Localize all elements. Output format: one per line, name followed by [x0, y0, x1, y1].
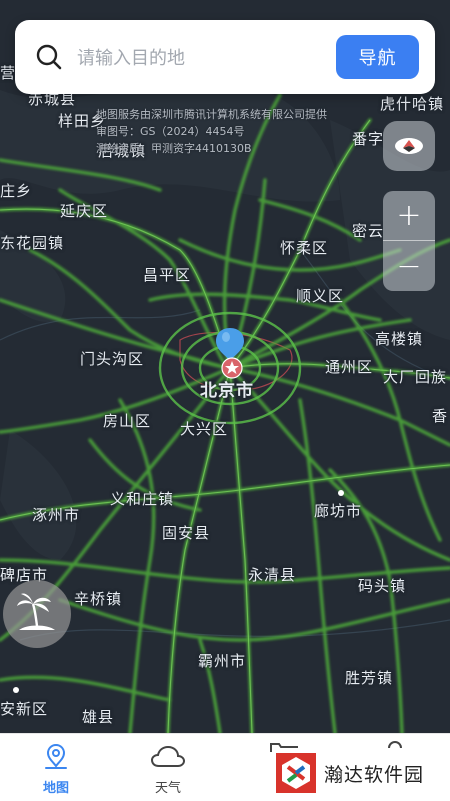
- place-label: 辛桥镇: [74, 590, 123, 608]
- place-label: 义和庄镇: [110, 490, 175, 508]
- place-label: 永清县: [248, 566, 297, 584]
- place-label: 门头沟区: [80, 350, 145, 368]
- compass-button[interactable]: [383, 121, 435, 171]
- zoom-in-button[interactable]: +: [383, 191, 435, 240]
- watermark-logo: [276, 753, 316, 793]
- tab-weather[interactable]: 天气: [128, 734, 208, 801]
- watermark-text: 瀚达软件园: [324, 764, 425, 786]
- place-label: 营: [0, 64, 17, 82]
- place-label: 霸州市: [198, 652, 247, 670]
- watermark: 瀚达软件园: [272, 748, 450, 800]
- place-label: 固安县: [162, 524, 211, 542]
- tab-map[interactable]: 地图: [16, 734, 96, 801]
- place-label: 番字: [352, 130, 385, 148]
- tab-label: 地图: [42, 781, 69, 796]
- place-label: 延庆区: [60, 202, 109, 220]
- place-label: 码头镇: [358, 577, 407, 595]
- map-style-button[interactable]: [3, 580, 71, 648]
- zoom-control: + −: [383, 191, 435, 291]
- place-label: 香: [432, 407, 449, 425]
- place-label: 廊坊市: [314, 502, 363, 520]
- cloud-icon: [150, 745, 186, 767]
- place-label: 怀柔区: [280, 239, 329, 257]
- zoom-divider: [383, 240, 435, 241]
- zoom-out-button[interactable]: −: [383, 242, 435, 291]
- place-label: 密云: [352, 222, 385, 240]
- place-label: 昌平区: [143, 266, 192, 284]
- destination-input[interactable]: [75, 42, 339, 74]
- place-label: 大兴区: [180, 420, 229, 438]
- place-label: 房山区: [103, 412, 152, 430]
- place-label: 顺义区: [296, 287, 345, 305]
- place-label: 雄县: [82, 708, 115, 726]
- credit-line: 审图号：GS（2024）4454号: [96, 125, 245, 138]
- credit-line: 地图服务由深圳市腾讯计算机系统有限公司提供: [96, 108, 327, 121]
- compass-icon: [395, 138, 423, 154]
- navigate-button[interactable]: 导航: [336, 35, 419, 79]
- place-label: 涿州市: [32, 506, 81, 524]
- place-label: 胜芳镇: [345, 669, 394, 687]
- search-bar: 导航: [15, 20, 435, 94]
- poi-dot: [338, 490, 344, 496]
- map-pin-icon: [45, 743, 67, 769]
- place-label: 东花园镇: [0, 234, 65, 252]
- place-label: 通州区: [325, 358, 374, 376]
- credit-line: 测绘资质：甲测资字4410130B: [96, 142, 252, 155]
- tab-label: 天气: [154, 781, 181, 796]
- map-credit: 地图服务由深圳市腾讯计算机系统有限公司提供 审图号：GS（2024）4454号 …: [96, 106, 327, 157]
- place-label: 大厂回族: [383, 368, 448, 386]
- poi-dot: [13, 687, 19, 693]
- place-label: 虎什哈镇: [380, 95, 445, 113]
- place-label: 高楼镇: [375, 330, 424, 348]
- place-label: 庄乡: [0, 182, 33, 200]
- place-label: 安新区: [0, 700, 49, 718]
- palm-island-icon: [17, 593, 55, 630]
- search-icon: [36, 44, 62, 70]
